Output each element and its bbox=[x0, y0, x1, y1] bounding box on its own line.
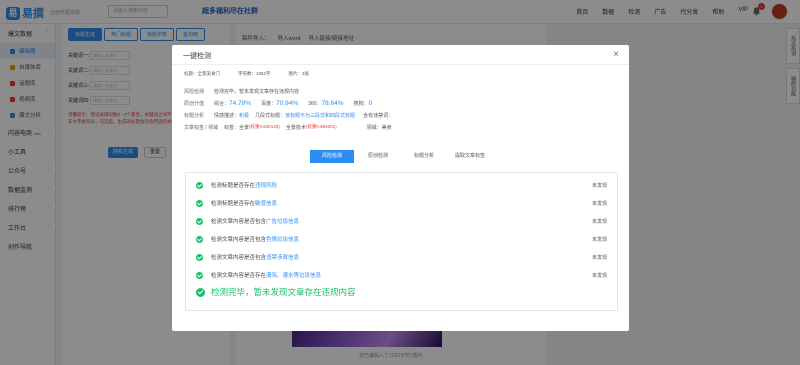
result-status: 未发现 bbox=[591, 218, 607, 225]
check-icon bbox=[196, 287, 205, 297]
result-status: 未发现 bbox=[591, 200, 607, 207]
article-meta: 标题：全景美食门 字符数：1052字 图片：3张 bbox=[184, 71, 619, 77]
risk-row: 风险检测 检测完毕，暂未发现文章存在违规内容 bbox=[184, 85, 619, 97]
emotion-value: 积极 bbox=[239, 112, 250, 119]
tag-weight: (权重0.864001) bbox=[305, 124, 337, 129]
risk-label: 风险检测 bbox=[184, 88, 205, 95]
result-key: 违禁涉政信息 bbox=[266, 255, 300, 261]
tab-risk[interactable]: 风险检测 bbox=[310, 150, 354, 163]
score-baidu: 百度：70.94% bbox=[261, 99, 299, 107]
tag-prefix: 标签： bbox=[224, 124, 240, 131]
close-icon[interactable]: × bbox=[613, 49, 619, 60]
meta-title: 标题：全景美食门 bbox=[184, 71, 220, 76]
result-row: 检测文章内容是否包含 广告垃圾信息 未发现 bbox=[186, 212, 617, 230]
title-analysis-label: 标题分析 bbox=[184, 112, 205, 119]
domain-label: 领域： bbox=[366, 124, 382, 131]
score-value: 0 bbox=[368, 99, 373, 107]
tag-weight: (权重0.840126) bbox=[249, 124, 280, 129]
title-style-label: 几段式标题： bbox=[255, 112, 286, 119]
result-row: 检测文章内容是否存在 漫骂、灌水等垃圾信息 未发现 bbox=[186, 266, 617, 284]
result-row: 检测文章内容是否包含 违禁涉政信息 未发现 bbox=[186, 248, 617, 266]
result-key: 广告垃圾信息 bbox=[266, 219, 300, 225]
originality-row: 原创分值 综合：74.79% 百度：70.94% 360：78.64% 搜狗：0 bbox=[184, 97, 619, 109]
domain-value: 美食 bbox=[381, 124, 392, 131]
tags-row: 文章标签 / 领域 标签： 全景 (权重0.840126) 全景技术 (权重0.… bbox=[184, 121, 619, 133]
tab-extract-tags[interactable]: 提取文章标签 bbox=[448, 150, 492, 163]
result-row: 检测文章内容是否包含 色情垃圾信息 未发现 bbox=[186, 230, 617, 248]
tab-title-analysis[interactable]: 标题分析 bbox=[402, 150, 446, 163]
title-analysis-row: 标题分析 情感描述： 积极 几段式标题： 该标题不为三段式和四段式标题 含有违禁… bbox=[184, 109, 619, 121]
risk-results: 检测标题是否存在 违规风险 未发现 检测标题是否存在 敏感信息 未发现 检测文章内容是否… bbox=[185, 172, 618, 311]
score-overall: 综合：74.79% bbox=[214, 99, 252, 107]
final-result: 检测完毕，暂未发现文章存在违规内容 bbox=[186, 286, 617, 298]
score-sogou: 搜狗：0 bbox=[353, 99, 373, 107]
final-result-text: 检测完毕，暂未发现文章存在违规内容 bbox=[211, 287, 356, 297]
result-status: 未发现 bbox=[591, 254, 607, 261]
title-style-value: 该标题不为三段式和四段式标题 bbox=[285, 112, 356, 119]
emotion-label: 情感描述： bbox=[214, 112, 240, 119]
meta-images: 图片：3张 bbox=[288, 71, 310, 76]
score-value: 74.79% bbox=[229, 99, 252, 107]
check-icon bbox=[196, 217, 203, 225]
tab-originality[interactable]: 原创检测 bbox=[356, 150, 400, 163]
check-icon bbox=[196, 181, 203, 189]
score-value: 78.64% bbox=[321, 99, 344, 107]
tag-item: 全景技术 bbox=[285, 124, 306, 131]
originality-label: 原创分值 bbox=[184, 100, 205, 107]
risk-text: 检测完毕，暂未发现文章存在违规内容 bbox=[214, 88, 300, 95]
forbidden-words-label: 含有违禁词： bbox=[363, 112, 394, 119]
dialog-title: 一键检测 bbox=[183, 53, 211, 60]
tag-item: 全景 bbox=[239, 124, 250, 131]
check-icon bbox=[196, 235, 203, 243]
result-key: 违规风险 bbox=[255, 183, 278, 189]
result-row: 检测标题是否存在 违规风险 未发现 bbox=[186, 176, 617, 194]
meta-chars: 字符数：1052字 bbox=[238, 71, 271, 76]
result-key: 敏感信息 bbox=[255, 201, 278, 207]
result-key: 色情垃圾信息 bbox=[266, 237, 300, 243]
score-value: 70.94% bbox=[276, 99, 299, 107]
score-360: 360：78.64% bbox=[308, 99, 344, 107]
result-tabs: 风险检测 原创检测 标题分析 提取文章标签 bbox=[310, 150, 494, 163]
result-key: 漫骂、灌水等垃圾信息 bbox=[266, 273, 322, 279]
result-row: 检测标题是否存在 敏感信息 未发现 bbox=[186, 194, 617, 212]
result-status: 未发现 bbox=[591, 182, 607, 189]
check-icon bbox=[196, 271, 203, 279]
result-status: 未发现 bbox=[591, 236, 607, 243]
check-icon bbox=[196, 253, 203, 261]
tags-label: 文章标签 / 领域 bbox=[184, 124, 219, 131]
result-status: 未发现 bbox=[591, 272, 607, 279]
check-icon bbox=[196, 199, 203, 207]
detect-dialog: 一键检测 × 标题：全景美食门 字符数：1052字 图片：3张 风险检测 检测完… bbox=[172, 45, 629, 331]
